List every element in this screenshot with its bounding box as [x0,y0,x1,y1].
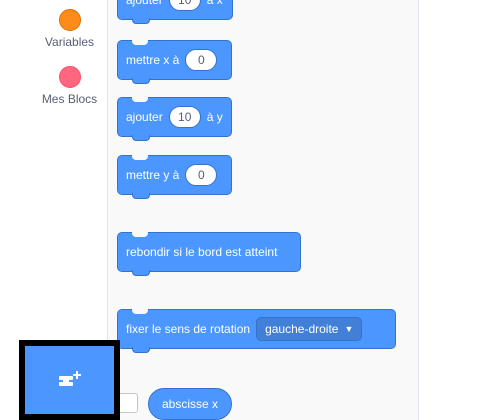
my-blocks-color-dot [58,66,81,88]
block-text: rebondir si le bord est atteint [126,245,278,259]
number-input[interactable]: 0 [185,49,218,71]
block-change-x[interactable]: ajouter 10 à x [117,0,233,24]
category-label: Variables [44,35,95,49]
number-input[interactable]: 10 [168,0,201,11]
rotation-style-dropdown[interactable]: gauche-droite ▼ [256,317,363,341]
number-input[interactable]: 10 [168,106,201,128]
extension-button-highlight [19,340,120,420]
block-text: à y [206,110,223,124]
block-text: mettre y à [126,168,180,182]
add-extension-icon [58,371,81,386]
block-set-y[interactable]: mettre y à 0 [117,155,232,199]
block-text: ajouter [126,0,163,7]
block-text: fixer le sens de rotation [126,322,251,336]
block-text: abscisse x [161,397,219,411]
block-rotation-style[interactable]: fixer le sens de rotation gauche-droite … [117,309,396,353]
block-x-position[interactable]: abscisse x [148,388,232,420]
block-bounce[interactable]: rebondir si le bord est atteint [117,232,301,276]
variables-color-dot [58,9,81,31]
category-label: Mes Blocs [41,92,98,106]
x-position-checkbox[interactable] [118,393,138,413]
number-input[interactable]: 0 [185,164,218,186]
dropdown-caret-icon: ▼ [344,324,354,334]
block-text: mettre x à [126,53,180,67]
block-text: à x [206,0,223,7]
dropdown-value: gauche-droite [265,322,339,336]
block-set-x[interactable]: mettre x à 0 [117,40,232,84]
category-my-blocks[interactable]: Mes Blocs [32,66,107,106]
block-text: ajouter [126,110,163,124]
category-variables[interactable]: Variables [32,9,107,49]
add-extension-button[interactable] [25,346,114,414]
block-change-y[interactable]: ajouter 10 à y [117,97,232,141]
